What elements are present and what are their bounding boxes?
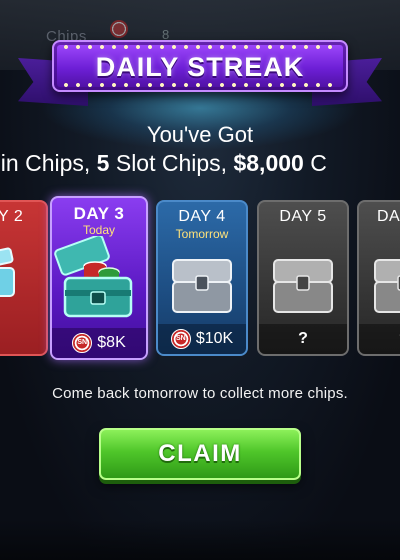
open-chest-with-chips-icon (54, 236, 133, 318)
summary-part: Slot Chips, (109, 150, 234, 176)
summary-amount: $8,000 (233, 150, 304, 176)
day-6-card: DA ? (357, 200, 400, 356)
daily-streak-screen: Chips 8 DAILY STREAK You've Got oin Chip… (0, 0, 400, 560)
tomorrow-label: Tomorrow (175, 227, 229, 241)
day-2-card: Y 2 ✓ (0, 200, 48, 356)
reward-amount: ? (298, 330, 308, 347)
bottom-shade (0, 520, 400, 560)
summary-slot-count: 5 (96, 150, 110, 176)
day-label: DAY 3 (73, 204, 125, 223)
locked-chest-icon (172, 259, 232, 313)
banner-lights-bottom (60, 83, 340, 87)
locked-chest-icon (273, 259, 333, 313)
reward-footer: ? (359, 324, 400, 354)
reward-amount: $8K (97, 334, 126, 351)
summary-part: C (303, 150, 327, 176)
day-label: DAY 4 (178, 208, 226, 225)
claim-button[interactable]: CLAIM (99, 428, 301, 480)
summary-part: oin Chips, (0, 150, 91, 176)
day-5-card: DAY 5 ? (257, 200, 349, 356)
banner-title: DAILY STREAK (95, 52, 305, 82)
day-label: DA (377, 208, 400, 225)
locked-chest-icon (374, 259, 400, 313)
reward-footer: $10K (158, 324, 246, 354)
reward-headline: You've Got (146, 122, 254, 147)
come-back-message: Come back tomorrow to collect more chips… (52, 385, 348, 402)
reward-footer: $8K (52, 328, 146, 358)
day-4-card: DAY 4 Tomorrow $10K (156, 200, 248, 356)
day-label: DAY 5 (279, 208, 327, 225)
claim-button-label: CLAIM (158, 440, 242, 467)
day-label: Y 2 (0, 208, 24, 225)
banner-lights-top (60, 45, 340, 49)
today-label: Today (82, 223, 116, 237)
reward-footer: ? (259, 324, 347, 354)
chip-icon (170, 329, 191, 349)
reward-summary: oin Chips, 5 Slot Chips, $8,000 C (0, 150, 327, 177)
open-chest-icon (0, 247, 15, 297)
reward-amount: $10K (195, 330, 234, 347)
background-chip-icon (110, 20, 128, 38)
chip-icon (72, 333, 93, 353)
daily-streak-banner: DAILY STREAK (52, 40, 348, 92)
day-3-card[interactable]: DAY 3 Today $8K (50, 196, 148, 360)
